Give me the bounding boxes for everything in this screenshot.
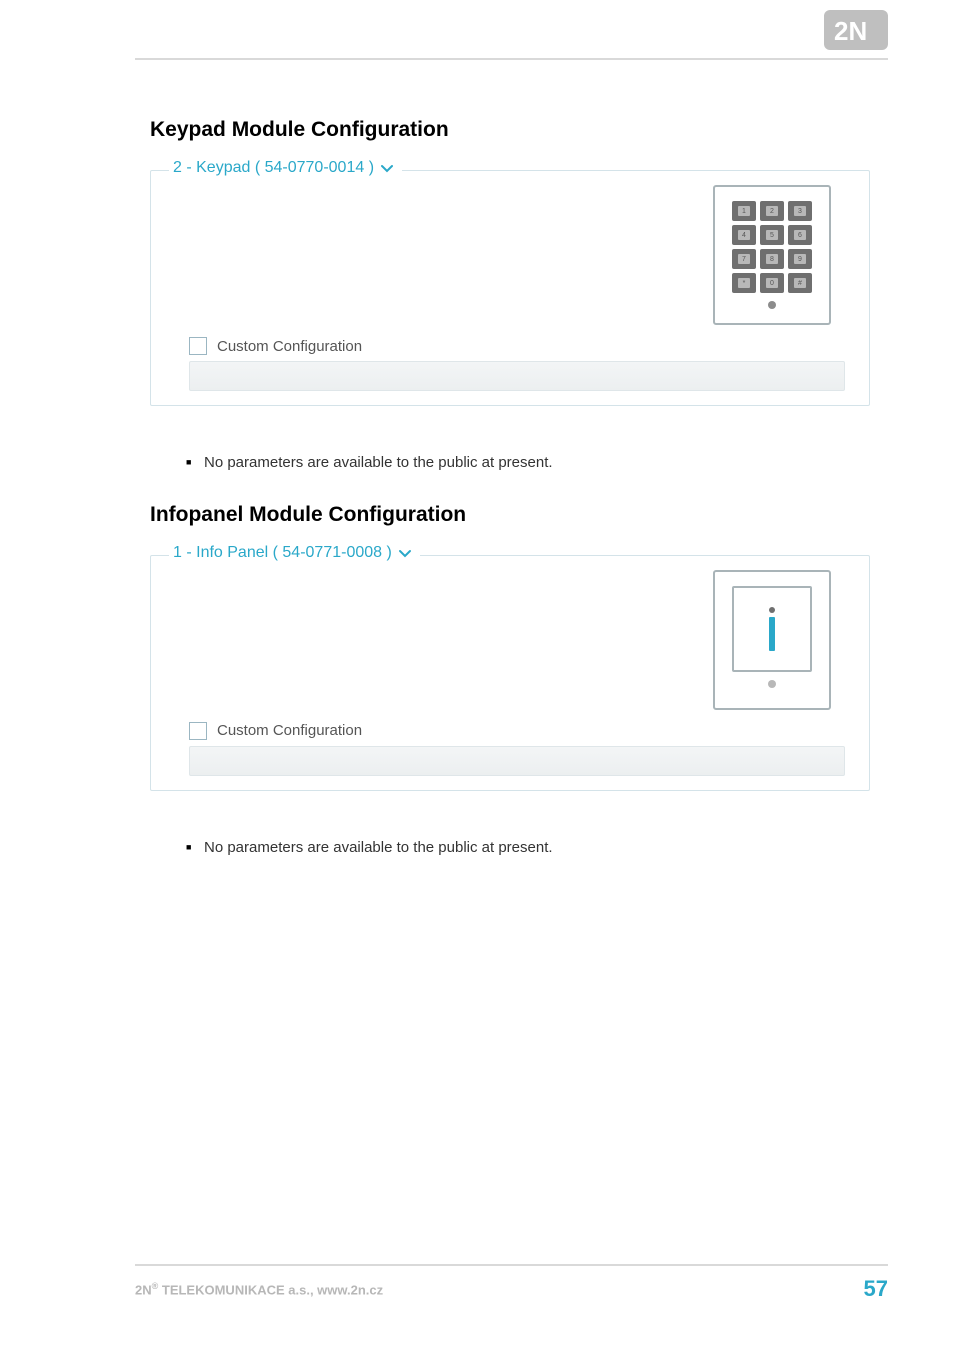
infopanel-custom-config-checkbox[interactable]	[189, 722, 207, 740]
keypad-custom-config-checkbox[interactable]	[189, 337, 207, 355]
keypad-custom-config-label: Custom Configuration	[217, 338, 362, 355]
keypad-grid-icon: 1 2 3 4 5 6 7 8 9 * 0 #	[732, 201, 812, 293]
brand-logo: 2N	[824, 10, 888, 55]
keypad-legend-text: 2 - Keypad ( 54-0770-0014 )	[173, 159, 374, 177]
chevron-down-icon	[398, 546, 412, 560]
logo-2n-icon: 2N	[824, 10, 888, 50]
footer-company: 2N® TELEKOMUNIKACE a.s., www.2n.cz	[135, 1281, 383, 1297]
infopanel-legend-text: 1 - Info Panel ( 54-0771-0008 )	[173, 544, 392, 562]
keypad-heading: Keypad Module Configuration	[150, 118, 874, 142]
infopanel-config-input	[189, 746, 845, 776]
keypad-legend[interactable]: 2 - Keypad ( 54-0770-0014 )	[169, 159, 402, 177]
chevron-down-icon	[380, 161, 394, 175]
header-divider	[135, 58, 888, 60]
infopanel-heading: Infopanel Module Configuration	[150, 503, 874, 527]
keypad-bullet: No parameters are available to the publi…	[204, 452, 874, 475]
svg-text:2N: 2N	[834, 16, 867, 46]
infopanel-legend[interactable]: 1 - Info Panel ( 54-0771-0008 )	[169, 544, 420, 562]
infopanel-device-image	[713, 570, 831, 710]
camera-dot-icon	[768, 680, 776, 688]
infopanel-bullet: No parameters are available to the publi…	[204, 837, 874, 860]
infopanel-fieldset: 1 - Info Panel ( 54-0771-0008 ) Custom C…	[150, 555, 870, 791]
keypad-config-input	[189, 361, 845, 391]
info-icon	[732, 586, 812, 672]
camera-dot-icon	[768, 301, 776, 309]
infopanel-custom-config-label: Custom Configuration	[217, 722, 362, 739]
page-number: 57	[864, 1276, 888, 1302]
keypad-device-image: 1 2 3 4 5 6 7 8 9 * 0 #	[713, 185, 831, 325]
keypad-fieldset: 2 - Keypad ( 54-0770-0014 ) 1 2 3 4 5 6 …	[150, 170, 870, 406]
